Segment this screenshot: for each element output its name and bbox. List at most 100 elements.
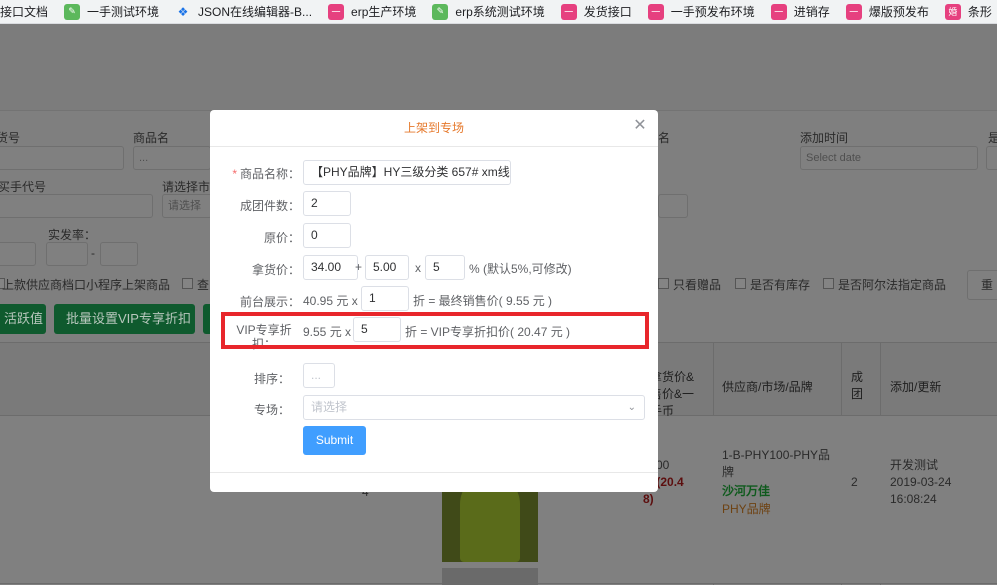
times-sign: x [415, 261, 421, 275]
purchase-price-percent-input[interactable]: 5 [425, 255, 465, 280]
page-header-band [0, 24, 997, 110]
venue-select-placeholder: 请选择 [311, 400, 348, 414]
filter-label-name: 名 [658, 131, 671, 145]
header-supplier: 供应商/市场/品牌 [722, 380, 813, 394]
header-price: 拿货价&售价&一手币 [650, 370, 695, 418]
row-updated-at: 2019-03-24 16:08:24 [890, 475, 952, 506]
bookmark-shipping-api[interactable]: 一发货接口 [560, 0, 632, 23]
bookmark-erp-test[interactable]: ✎ erp系统测试环境 [432, 0, 545, 23]
pink-app-icon: 一 [560, 3, 577, 20]
row-price-line3: 8) [643, 492, 654, 506]
bookmark-label: 进销存 [793, 5, 830, 19]
front-display-price: 40.95 元 x [303, 294, 358, 308]
label-group-qty: 成团件数： [239, 199, 300, 213]
bookmark-label: 一手测试环境 [87, 5, 160, 19]
pink-app-icon: 一 [328, 3, 345, 20]
vip-discount-highlight-box [221, 312, 649, 349]
purchase-price-base-input[interactable]: 34.00 [303, 255, 358, 280]
sort-input[interactable]: ... [303, 363, 335, 388]
plus-sign: + [355, 260, 363, 274]
bookmark-label: 条形 [967, 5, 992, 19]
product-name-input[interactable]: 【PHY品牌】HY三级分类 657# xm线 [303, 160, 511, 185]
filter-input-add-time[interactable]: Select date [800, 146, 978, 170]
purchase-price-add-input[interactable]: 5.00 [365, 255, 409, 280]
bookmark-erp-prod[interactable]: 一 erp生产环境 [328, 0, 417, 23]
reset-button[interactable]: 重 [967, 270, 997, 300]
dialog-footer-divider [210, 472, 658, 473]
row-brand: PHY品牌 [722, 502, 771, 516]
filter-label-add-time: 添加时间 [800, 131, 849, 145]
original-price-input[interactable]: 0 [303, 223, 351, 248]
json-icon: ❖ [177, 4, 189, 19]
filter-label-product-name: 商品名 [133, 131, 170, 145]
filter-input-shi[interactable] [986, 146, 997, 170]
leaf-icon: ✎ [64, 3, 81, 20]
list-to-venue-dialog: 上架到专场 ✕ * 商品名称： 【PHY品牌】HY三级分类 657# xm线 成团… [210, 110, 658, 492]
filter-input-rate-max[interactable] [100, 242, 138, 266]
dialog-header-divider [210, 146, 658, 147]
filter-input-buyer-code[interactable] [0, 194, 153, 218]
checkbox-label-cha: 查 [197, 278, 210, 292]
bookmark-label: erp系统测试环境 [455, 5, 545, 19]
front-display-discount-input[interactable]: 1 [361, 286, 409, 311]
row-market: 沙河万佳 [722, 484, 771, 498]
bookmark-label: JSON在线编辑器-B... [198, 5, 313, 19]
filter-label-market: 请选择市 [162, 180, 211, 194]
close-icon[interactable]: ✕ [633, 118, 647, 134]
filter-input-product-name[interactable]: ... [133, 146, 211, 170]
bookmark-api-docs[interactable]: 接口文档 [0, 0, 49, 23]
bookmark-hot-pre[interactable]: 一爆版预发布 [845, 0, 929, 23]
bookmark-inventory[interactable]: 一进销存 [770, 0, 830, 23]
filter-select-market[interactable]: 请选择 [162, 194, 212, 218]
filter-input-rate-a[interactable] [0, 242, 36, 266]
checkbox-label-supplier-mini: 上款供应商档口小程序上架商品 [2, 278, 171, 292]
checkbox-cha[interactable] [182, 278, 193, 289]
filter-input-rate-min[interactable] [46, 242, 88, 266]
required-mark: * [232, 167, 237, 181]
chevron-down-icon: ⌄ [627, 402, 636, 413]
bookmark-barcode[interactable]: 婚条形 [944, 0, 992, 23]
dialog-title: 上架到专场 [403, 121, 464, 135]
header-updated: 添加/更新 [890, 380, 942, 394]
batch-vip-discount-button[interactable]: 批量设置VIP专享折扣 [54, 304, 195, 334]
pink-app-icon: 一 [647, 3, 664, 20]
checkbox-stock[interactable] [735, 278, 746, 289]
pink-app-icon: 一 [770, 3, 787, 20]
header-group: 成团 [851, 370, 864, 401]
bookmark-label: erp生产环境 [351, 5, 417, 19]
purchase-price-note: % (默认5%,可修改) [469, 262, 572, 276]
bookmarks-bar: 接口文档 ✎ 一手测试环境 ❖ JSON在线编辑器-B... 一 erp生产环境 ✎ e… [0, 0, 997, 24]
product-image-next[interactable] [442, 568, 538, 585]
row-group-count: 2 [851, 475, 858, 489]
activate-button[interactable]: 活跃值 [0, 304, 46, 334]
label-purchase-price: 拿货价： [251, 263, 300, 277]
label-sort: 排序： [253, 372, 290, 386]
bookmark-pre-release[interactable]: 一一手预发布环境 [647, 0, 755, 23]
filter-label-buyer-code: 买手代号 [0, 180, 47, 194]
bookmark-json-editor[interactable]: ❖ JSON在线编辑器-B... [175, 0, 313, 23]
row-price-line1: 00 [656, 458, 670, 472]
row-supplier-code: 1-B-PHY100-PHY品牌 [722, 448, 831, 479]
row-updater: 开发测试 [890, 458, 939, 472]
pink-app-icon: 一 [845, 3, 862, 20]
filter-label-item-no: 货号 [0, 131, 21, 145]
group-qty-input[interactable]: 2 [303, 191, 351, 216]
checkbox-alpha[interactable] [823, 278, 834, 289]
checkbox-label-gift: 只看赠品 [673, 278, 722, 292]
label-front-display: 前台展示： [239, 295, 300, 309]
checkbox-gift[interactable] [658, 278, 669, 289]
bookmark-label: 爆版预发布 [868, 5, 929, 19]
bookmark-label: 发货接口 [583, 5, 632, 19]
bookmark-label: 接口文档 [0, 5, 49, 19]
bookmark-test-env[interactable]: ✎ 一手测试环境 [64, 0, 160, 23]
front-display-result: 折 = 最终销售价( 9.55 元 ) [413, 294, 553, 308]
filter-input-date-end[interactable] [658, 194, 688, 218]
filter-label-shi: 是 [988, 131, 997, 145]
leaf-icon: ✎ [432, 3, 449, 20]
filter-label-actual-rate: 实发率： [48, 228, 97, 242]
label-original-price: 原价： [263, 231, 300, 245]
venue-select[interactable]: 请选择 ⌄ [303, 395, 645, 420]
bookmark-label: 一手预发布环境 [670, 5, 755, 19]
submit-button[interactable]: Submit [303, 426, 366, 455]
filter-input-item-no[interactable] [0, 146, 124, 170]
